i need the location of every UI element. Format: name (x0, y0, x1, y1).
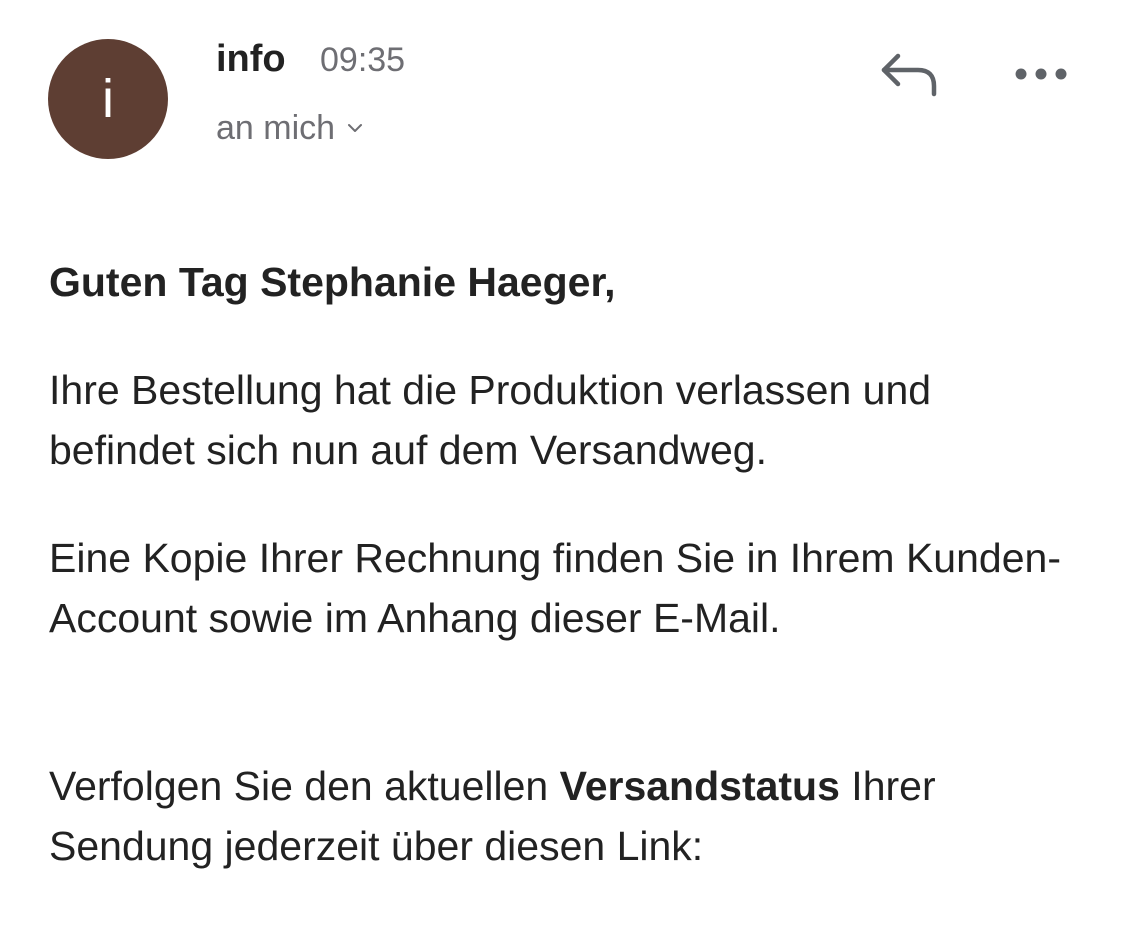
tracking-status-label: Versandstatus (559, 763, 840, 809)
reply-icon (881, 53, 937, 97)
more-horizontal-icon (1015, 68, 1067, 80)
chevron-down-icon (348, 124, 363, 132)
reply-button[interactable] (878, 50, 940, 100)
paragraph-invoice: Eine Kopie Ihrer Rechnung finden Sie in … (49, 535, 1061, 641)
greeting: Guten Tag Stephanie Haeger, (49, 259, 616, 305)
paragraph-tracking: Verfolgen Sie den aktuellen Versandstatu… (49, 756, 1079, 876)
recipient-label: an mich (216, 109, 336, 147)
sender-avatar[interactable]: i (48, 39, 168, 159)
more-options-button[interactable] (1012, 58, 1070, 90)
tracking-text-before: Verfolgen Sie den aktuellen (49, 763, 560, 809)
message-body: Guten Tag Stephanie Haeger, Ihre Bestell… (49, 252, 1079, 869)
message-header: i info 09:35 an mich (0, 0, 1124, 180)
message-time: 09:35 (320, 41, 406, 79)
paragraph-shipping: Ihre Bestellung hat die Produktion verla… (49, 367, 932, 473)
sender-name[interactable]: info (216, 36, 286, 82)
recipient-details-toggle[interactable]: an mich (216, 108, 365, 148)
